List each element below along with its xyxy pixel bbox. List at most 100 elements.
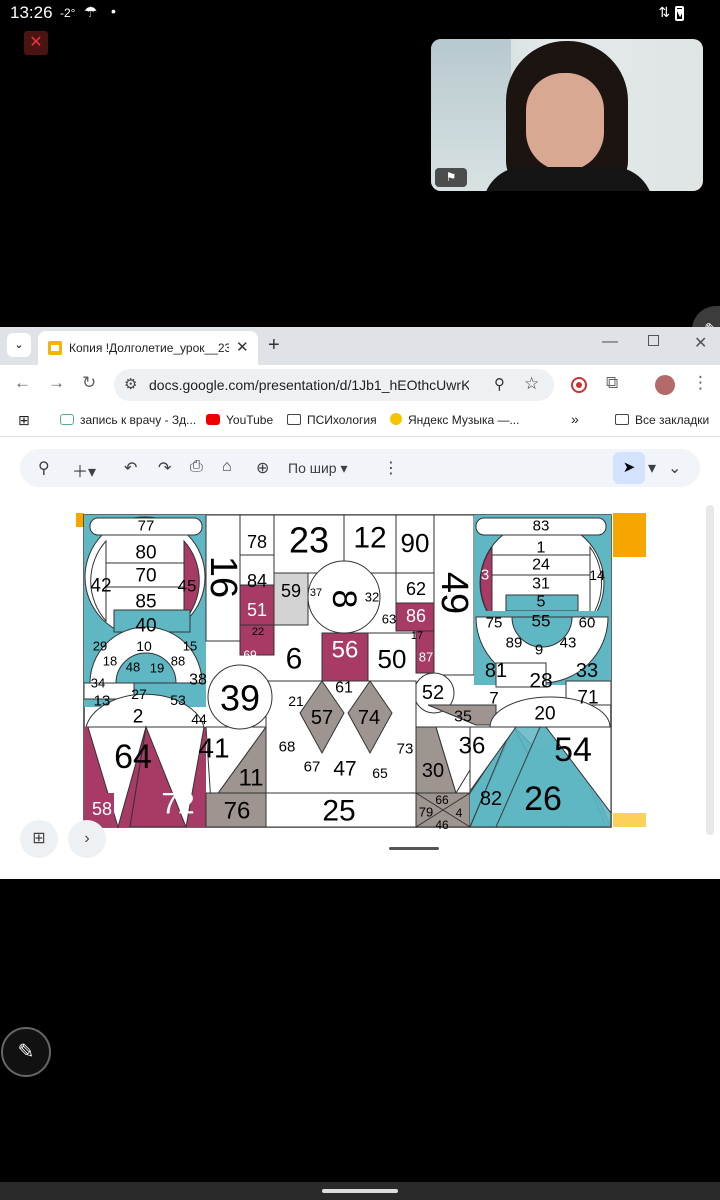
yandex-music-icon bbox=[390, 413, 402, 425]
schulte-number: 5 bbox=[537, 594, 546, 611]
schulte-number: 86 bbox=[406, 606, 426, 626]
print-icon[interactable]: ⎙ bbox=[190, 458, 203, 476]
schulte-number: 36 bbox=[459, 733, 486, 760]
chevron-down-icon[interactable]: ▾ bbox=[648, 458, 656, 478]
slides-toolbar: ⚲ ＋▾ ↶ ↷ ⎙ ⌂ ⊕ По шир ▾ ⋮ ➤ ▾ ⌄ bbox=[20, 449, 700, 487]
schulte-number: 7 bbox=[489, 689, 498, 708]
schulte-number: 70 bbox=[135, 566, 156, 587]
schulte-number: 24 bbox=[532, 557, 550, 574]
minimize-button[interactable]: — bbox=[602, 333, 618, 351]
zoom-icon[interactable]: ⊕ bbox=[256, 458, 269, 478]
participant-video[interactable]: ⚑ bbox=[431, 39, 703, 191]
schulte-number: 55 bbox=[532, 612, 551, 631]
zoom-value: По шир bbox=[288, 460, 337, 476]
slide: 778070854042 45 167884515923 12 90837 32 62864… bbox=[76, 513, 646, 833]
schulte-number: 69 bbox=[243, 648, 257, 662]
system-nav-bar bbox=[0, 1182, 720, 1200]
browser-toolbar: ← → ↻ ⚙ docs.google.com/presentation/d/1… bbox=[0, 365, 720, 405]
schulte-number: 74 bbox=[358, 707, 380, 729]
pen-icon[interactable]: ✎ bbox=[1, 1027, 51, 1077]
schulte-number: 3 bbox=[481, 567, 489, 584]
schulte-number: 12 bbox=[353, 522, 386, 555]
reload-icon[interactable]: ↻ bbox=[82, 373, 96, 393]
bookmarks-more[interactable]: » bbox=[571, 411, 579, 427]
maximize-button[interactable] bbox=[648, 335, 659, 346]
tab-title: Копия !Долголетие_урок__23 bbox=[69, 341, 229, 355]
chevron-right-icon[interactable]: › bbox=[68, 820, 106, 858]
bookmark-item[interactable]: ПСИхология bbox=[287, 413, 377, 427]
schulte-number: 21 bbox=[288, 693, 304, 709]
address-bar[interactable]: ⚙ docs.google.com/presentation/d/1Jb1_hE… bbox=[114, 369, 554, 401]
avatar[interactable] bbox=[655, 375, 675, 395]
schulte-number: 80 bbox=[135, 543, 156, 564]
forward-icon[interactable]: → bbox=[48, 373, 65, 393]
browser-tab[interactable]: Копия !Долголетие_урок__23 ✕ bbox=[38, 331, 258, 365]
mic-off-icon[interactable]: ✕ bbox=[24, 31, 48, 55]
schulte-number: 62 bbox=[406, 579, 426, 599]
schulte-number: 38 bbox=[189, 672, 207, 689]
window-close-button[interactable]: ✕ bbox=[694, 333, 707, 353]
tab-strip: ⌄ Копия !Долголетие_урок__23 ✕ + — ✕ bbox=[0, 327, 720, 365]
schulte-number: 13 bbox=[94, 693, 111, 710]
schulte-number: 88 bbox=[171, 654, 185, 669]
site-info-icon[interactable]: ⚙ bbox=[124, 375, 137, 393]
back-icon[interactable]: ← bbox=[14, 373, 31, 393]
close-icon[interactable]: ✕ bbox=[236, 338, 249, 356]
schulte-number: 17 bbox=[411, 630, 423, 642]
zoom-icon[interactable]: ⚲ bbox=[494, 375, 505, 393]
bookmark-item[interactable]: Яндекс Музыка —... bbox=[390, 413, 519, 427]
schulte-number: 23 bbox=[289, 520, 329, 561]
bookmark-item[interactable]: YouTube bbox=[206, 413, 273, 427]
collapse-toolbar-icon[interactable]: ⌄ bbox=[668, 458, 681, 478]
status-bar: 13:26 -2° ☂ • ⇅▼ bbox=[0, 0, 720, 28]
redo-icon[interactable]: ↷ bbox=[158, 458, 171, 478]
schulte-number: 83 bbox=[533, 518, 550, 535]
participant-body bbox=[483, 167, 653, 191]
folder-icon bbox=[615, 414, 629, 425]
tab-search-button[interactable]: ⌄ bbox=[7, 333, 31, 357]
select-tool-icon[interactable]: ➤ bbox=[613, 452, 645, 484]
schulte-number: 31 bbox=[532, 576, 550, 593]
schulte-number: 1 bbox=[537, 540, 546, 557]
apps-icon[interactable]: ⊞ bbox=[18, 412, 30, 429]
schulte-number: 81 bbox=[485, 660, 507, 682]
paint-format-icon[interactable]: ⌂ bbox=[222, 458, 232, 476]
horizontal-scrollbar[interactable] bbox=[389, 847, 439, 850]
browser-window: ⌄ Копия !Долголетие_урок__23 ✕ + — ✕ ← →… bbox=[0, 327, 720, 879]
schulte-number: 71 bbox=[577, 688, 598, 709]
star-icon[interactable]: ☆ bbox=[524, 374, 539, 394]
home-gesture-bar[interactable] bbox=[322, 1189, 398, 1193]
schulte-number: 50 bbox=[378, 644, 407, 674]
schulte-number: 11 bbox=[239, 765, 264, 792]
schulte-number: 19 bbox=[150, 661, 164, 676]
schulte-number: 48 bbox=[126, 660, 140, 675]
schulte-number: 78 bbox=[247, 532, 267, 552]
schulte-number: 32 bbox=[365, 590, 379, 605]
schulte-number: 40 bbox=[135, 616, 156, 637]
bookmark-item[interactable]: запись к врачу - Зд... bbox=[60, 413, 196, 427]
new-tab-button[interactable]: + bbox=[268, 334, 280, 357]
schulte-number: 28 bbox=[529, 670, 552, 693]
vertical-scrollbar[interactable] bbox=[706, 505, 714, 835]
schulte-number: 49 bbox=[433, 572, 475, 614]
pin-icon[interactable]: ⚑ bbox=[435, 168, 467, 187]
schulte-number: 20 bbox=[534, 704, 555, 725]
extensions-icon[interactable]: ⧉ bbox=[606, 373, 618, 393]
schulte-number: 25 bbox=[322, 795, 355, 828]
umbrella-icon: ☂ bbox=[84, 4, 98, 21]
search-icon[interactable]: ⚲ bbox=[38, 458, 50, 478]
url-text[interactable]: docs.google.com/presentation/d/1Jb1_hEOt… bbox=[149, 377, 469, 393]
zoom-select[interactable]: По шир ▾ bbox=[288, 460, 348, 477]
schulte-number: 85 bbox=[135, 592, 156, 613]
all-bookmarks[interactable]: Все закладки bbox=[615, 413, 709, 427]
new-slide-icon[interactable]: ＋▾ bbox=[72, 458, 96, 482]
record-icon[interactable] bbox=[571, 377, 587, 393]
grid-view-icon[interactable]: ⊞ bbox=[20, 820, 58, 858]
schulte-number: 65 bbox=[372, 765, 388, 781]
schulte-number: 9 bbox=[535, 642, 543, 659]
menu-icon[interactable]: ⋮ bbox=[692, 373, 709, 393]
more-icon[interactable]: ⋮ bbox=[383, 458, 399, 478]
schulte-number: 84 bbox=[247, 571, 267, 591]
schulte-number: 89 bbox=[506, 635, 523, 652]
undo-icon[interactable]: ↶ bbox=[124, 458, 137, 478]
